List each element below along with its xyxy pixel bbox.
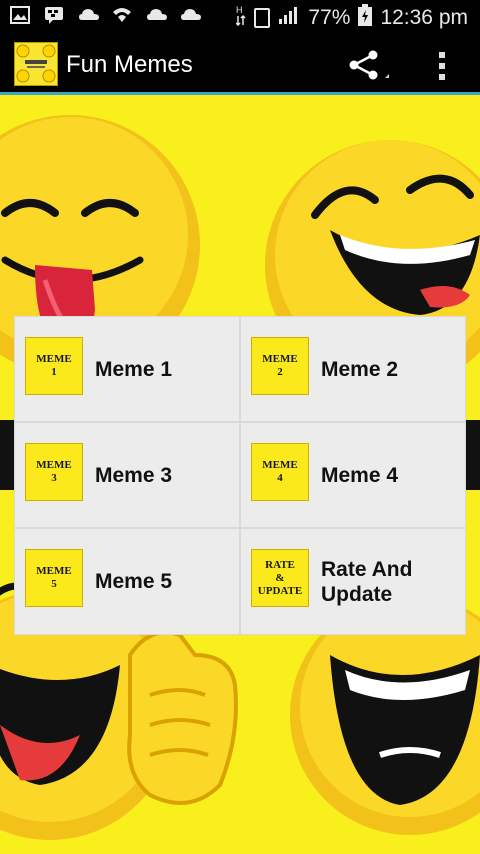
overflow-menu-button[interactable]: [430, 48, 454, 84]
signal-icon: [278, 5, 300, 31]
meme-4-label: Meme 4: [321, 463, 399, 487]
tile-text-top: MEME: [36, 459, 72, 471]
meme-menu-grid: MEME 1 Meme 1 MEME 2 Meme 2 MEME 3 Meme …: [14, 316, 466, 635]
tile-text-mid: &: [275, 571, 285, 584]
meme-1-icon: MEME 1: [25, 337, 83, 395]
meme-5-label: Meme 5: [95, 570, 173, 593]
meme-2-icon: MEME 2: [251, 337, 309, 395]
share-button[interactable]: [345, 48, 389, 84]
status-bar: H 77% 12:36 pm: [0, 0, 480, 34]
app-bar: Fun Memes: [0, 34, 480, 94]
tile-text-top: MEME: [36, 565, 72, 577]
cloud-icon: [78, 6, 99, 24]
overflow-menu-icon: [430, 52, 454, 88]
system-icons: H 77% 12:36 pm: [235, 4, 468, 32]
meme-5-button[interactable]: MEME 5 Meme 5: [14, 528, 240, 635]
clock: 12:36 pm: [380, 6, 468, 29]
battery-icon: [358, 4, 373, 32]
network-icon: H: [235, 4, 246, 32]
tile-text-top: MEME: [36, 353, 72, 365]
tile-text-bottom: 1: [51, 366, 57, 378]
tile-text-bottom: 4: [277, 472, 283, 484]
wifi-icon: [112, 6, 132, 24]
tile-text-bottom: 3: [51, 472, 57, 484]
rate-and-update-label: Rate And Update: [321, 557, 413, 606]
sim-icon: [254, 8, 271, 28]
notification-icons: [10, 6, 201, 24]
image-icon: [10, 6, 30, 24]
app-title: Fun Memes: [66, 51, 193, 78]
meme-1-label: Meme 1: [95, 357, 173, 381]
tile-text-top: RATE: [265, 558, 295, 571]
svg-text:H: H: [236, 5, 243, 15]
meme-1-button[interactable]: MEME 1 Meme 1: [14, 316, 240, 422]
meme-2-label: Meme 2: [321, 357, 399, 381]
share-icon: [345, 50, 389, 88]
app-logo: [14, 42, 58, 86]
cloud-icon: [146, 6, 167, 24]
cloud-icon: [180, 6, 201, 24]
meme-5-icon: MEME 5: [25, 549, 83, 607]
meme-4-icon: MEME 4: [251, 443, 309, 501]
meme-3-button[interactable]: MEME 3 Meme 3: [14, 422, 240, 528]
meme-3-label: Meme 3: [95, 463, 173, 487]
rate-update-icon: RATE & UPDATE: [251, 549, 309, 607]
meme-2-button[interactable]: MEME 2 Meme 2: [240, 316, 466, 422]
tile-text-top: MEME: [262, 459, 298, 471]
tile-text-bottom: UPDATE: [257, 584, 303, 597]
rate-and-update-button[interactable]: RATE & UPDATE Rate And Update: [240, 528, 466, 635]
thumbs-up-hand: [127, 630, 238, 805]
meme-3-icon: MEME 3: [25, 443, 83, 501]
tile-text-top: MEME: [262, 353, 298, 365]
bbm-icon: [44, 6, 64, 24]
meme-4-button[interactable]: MEME 4 Meme 4: [240, 422, 466, 528]
tile-text-bottom: 2: [277, 366, 283, 378]
tile-text-bottom: 5: [51, 578, 57, 590]
battery-percent: 77%: [308, 6, 351, 29]
